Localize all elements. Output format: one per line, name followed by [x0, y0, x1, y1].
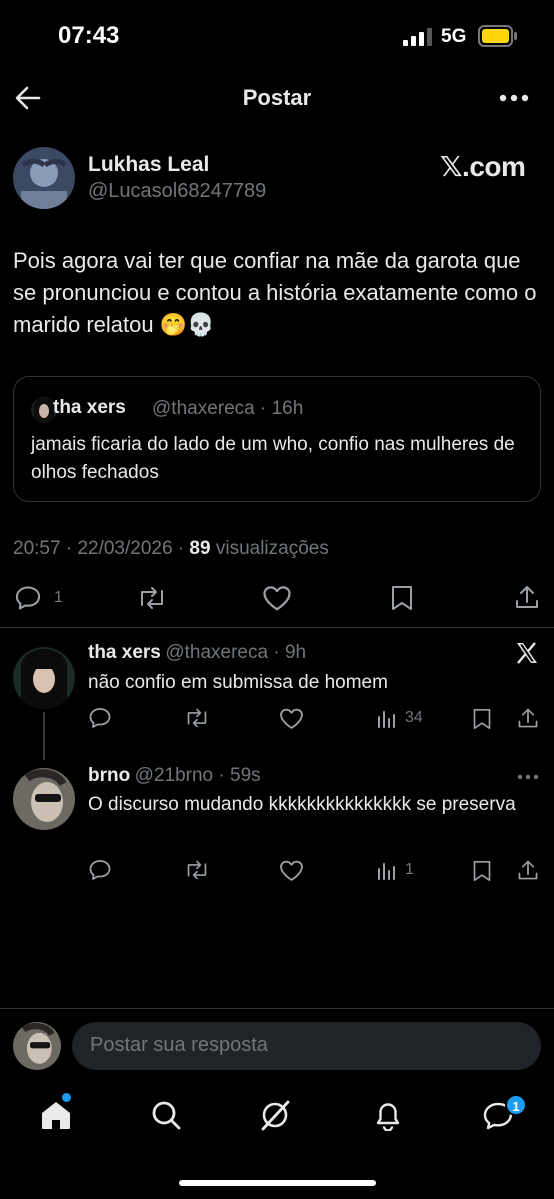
share-icon [518, 708, 538, 728]
repost-button[interactable] [136, 585, 168, 611]
quote-text: jamais ficaria do lado de um who, confio… [31, 434, 515, 483]
like-button[interactable] [262, 584, 292, 612]
reply-text: não confio em submissa de homem [88, 672, 388, 693]
grok-icon [261, 1100, 290, 1131]
reply-icon [89, 708, 111, 728]
messages-badge: 1 [505, 1094, 527, 1116]
views-button[interactable]: 1 [377, 860, 414, 880]
tab-notifications[interactable] [373, 1099, 403, 1131]
status-time: 07:43 [58, 22, 120, 49]
repost-icon [141, 587, 163, 609]
bookmark-icon [473, 709, 491, 730]
analytics-icon [378, 711, 395, 728]
views-button[interactable]: 34 [377, 708, 423, 728]
reply-icon [15, 586, 41, 610]
reply-button[interactable] [88, 706, 112, 730]
bookmark-button[interactable] [390, 584, 414, 612]
user-avatar [13, 1022, 61, 1070]
like-button[interactable] [279, 859, 304, 882]
bookmark-button[interactable] [472, 707, 492, 731]
x-logo-icon [515, 641, 539, 665]
analytics-icon [378, 863, 395, 880]
quote-author-name: tha xers [53, 397, 126, 418]
more-button[interactable] [499, 94, 529, 102]
reply-input-placeholder[interactable]: Postar sua resposta [90, 1034, 268, 1057]
repost-button[interactable] [183, 859, 211, 881]
repost-icon [187, 860, 207, 880]
share-icon [518, 860, 538, 880]
reply-icon [89, 860, 111, 880]
repost-button[interactable] [183, 707, 211, 729]
heart-icon [280, 708, 303, 729]
tab-home[interactable] [40, 1100, 72, 1130]
author-name[interactable]: Lukhas Leal [88, 153, 209, 177]
views-count: 1 [405, 861, 414, 878]
reply-text: O discurso mudando kkkkkkkkkkkkkkk se pr… [88, 794, 516, 815]
quote-author-meta: @thaxereca · 16h [152, 398, 304, 419]
bookmark-icon [473, 861, 491, 882]
author-handle[interactable]: @Lucasol68247789 [88, 180, 266, 203]
reply-avatar[interactable] [13, 768, 75, 830]
views-label: visualizações [210, 538, 329, 559]
more-horizontal-icon [517, 774, 539, 780]
signal-icon [403, 28, 433, 46]
thread-line [43, 712, 45, 760]
post-timestamp: 20:57 · 22/03/2026 · [13, 538, 190, 559]
divider [0, 1008, 554, 1009]
battery-icon [478, 25, 518, 47]
repost-icon [187, 708, 207, 728]
divider [0, 627, 554, 628]
network-label: 5G [441, 26, 467, 47]
reply-count: 1 [54, 589, 63, 606]
reply-author-meta: @thaxereca · 9h [165, 642, 307, 663]
heart-icon [280, 860, 303, 881]
home-notification-dot [62, 1093, 71, 1102]
share-button[interactable] [516, 706, 540, 730]
search-icon [152, 1101, 181, 1130]
notifications-icon [376, 1103, 400, 1131]
reply-author-meta: @21brno · 59s [134, 765, 261, 786]
home-icon [42, 1102, 70, 1129]
page-title: Postar [242, 85, 312, 110]
bookmark-button[interactable] [472, 859, 492, 883]
share-icon [516, 586, 538, 608]
x-watermark: 𝕏.com [440, 151, 526, 182]
post-text: Pois agora vai ter que confiar na mãe da… [13, 248, 537, 337]
views-count: 34 [405, 709, 423, 726]
more-horizontal-icon [499, 94, 529, 102]
reply-button[interactable]: 1 [14, 584, 63, 612]
bookmark-icon [392, 586, 412, 610]
home-indicator [179, 1180, 376, 1186]
like-button[interactable] [279, 707, 304, 730]
heart-icon [263, 586, 291, 611]
reply-author-name[interactable]: brno [88, 765, 130, 786]
reply-header: brno @21brno · 59s [88, 765, 261, 787]
tab-search[interactable] [151, 1100, 181, 1130]
tab-grok[interactable] [259, 1099, 291, 1131]
share-button[interactable] [513, 583, 541, 611]
reply-button[interactable] [88, 858, 112, 882]
post-meta: 20:57 · 22/03/2026 · 89 visualizações [13, 538, 329, 560]
views-count: 89 [189, 538, 211, 559]
reply-avatar[interactable] [13, 647, 75, 709]
more-button[interactable] [517, 774, 539, 780]
author-avatar[interactable] [13, 147, 75, 209]
share-button[interactable] [516, 858, 540, 882]
reply-author-name[interactable]: tha xers [88, 642, 161, 663]
reply-header: tha xers @thaxereca · 9h [88, 642, 306, 664]
